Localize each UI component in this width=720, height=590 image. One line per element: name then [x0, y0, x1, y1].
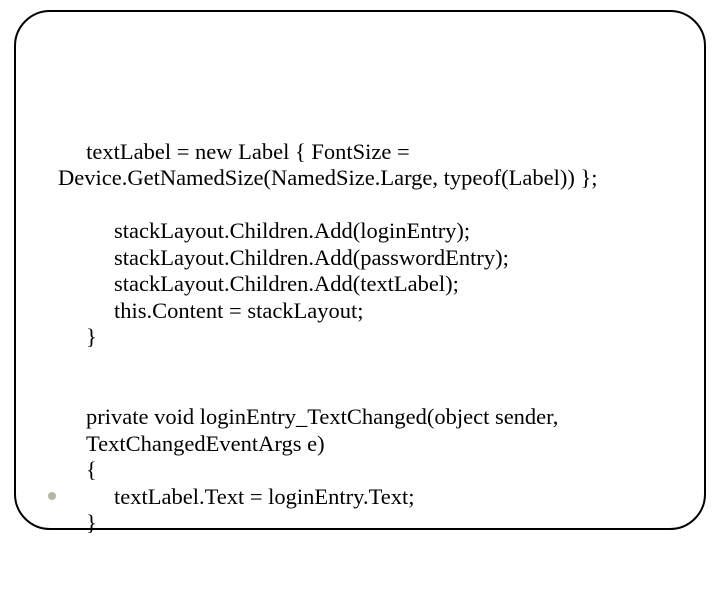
- code-line: }: [58, 324, 662, 351]
- code-line: textLabel = new Label { FontSize = Devic…: [58, 139, 598, 191]
- code-line: textLabel.Text = loginEntry.Text;: [58, 484, 662, 511]
- code-line: this.Content = stackLayout;: [58, 298, 662, 325]
- code-block: textLabel = new Label { FontSize = Devic…: [58, 112, 662, 590]
- bullet-dot-icon: [48, 492, 56, 500]
- code-line: {: [58, 457, 662, 484]
- code-line: }: [58, 510, 662, 537]
- code-line: private void loginEntry_TextChanged(obje…: [58, 404, 662, 457]
- code-line: stackLayout.Children.Add(textLabel);: [58, 271, 662, 298]
- code-line: stackLayout.Children.Add(loginEntry);: [58, 218, 662, 245]
- code-line: stackLayout.Children.Add(passwordEntry);: [58, 245, 662, 272]
- slide-frame: textLabel = new Label { FontSize = Devic…: [14, 10, 706, 530]
